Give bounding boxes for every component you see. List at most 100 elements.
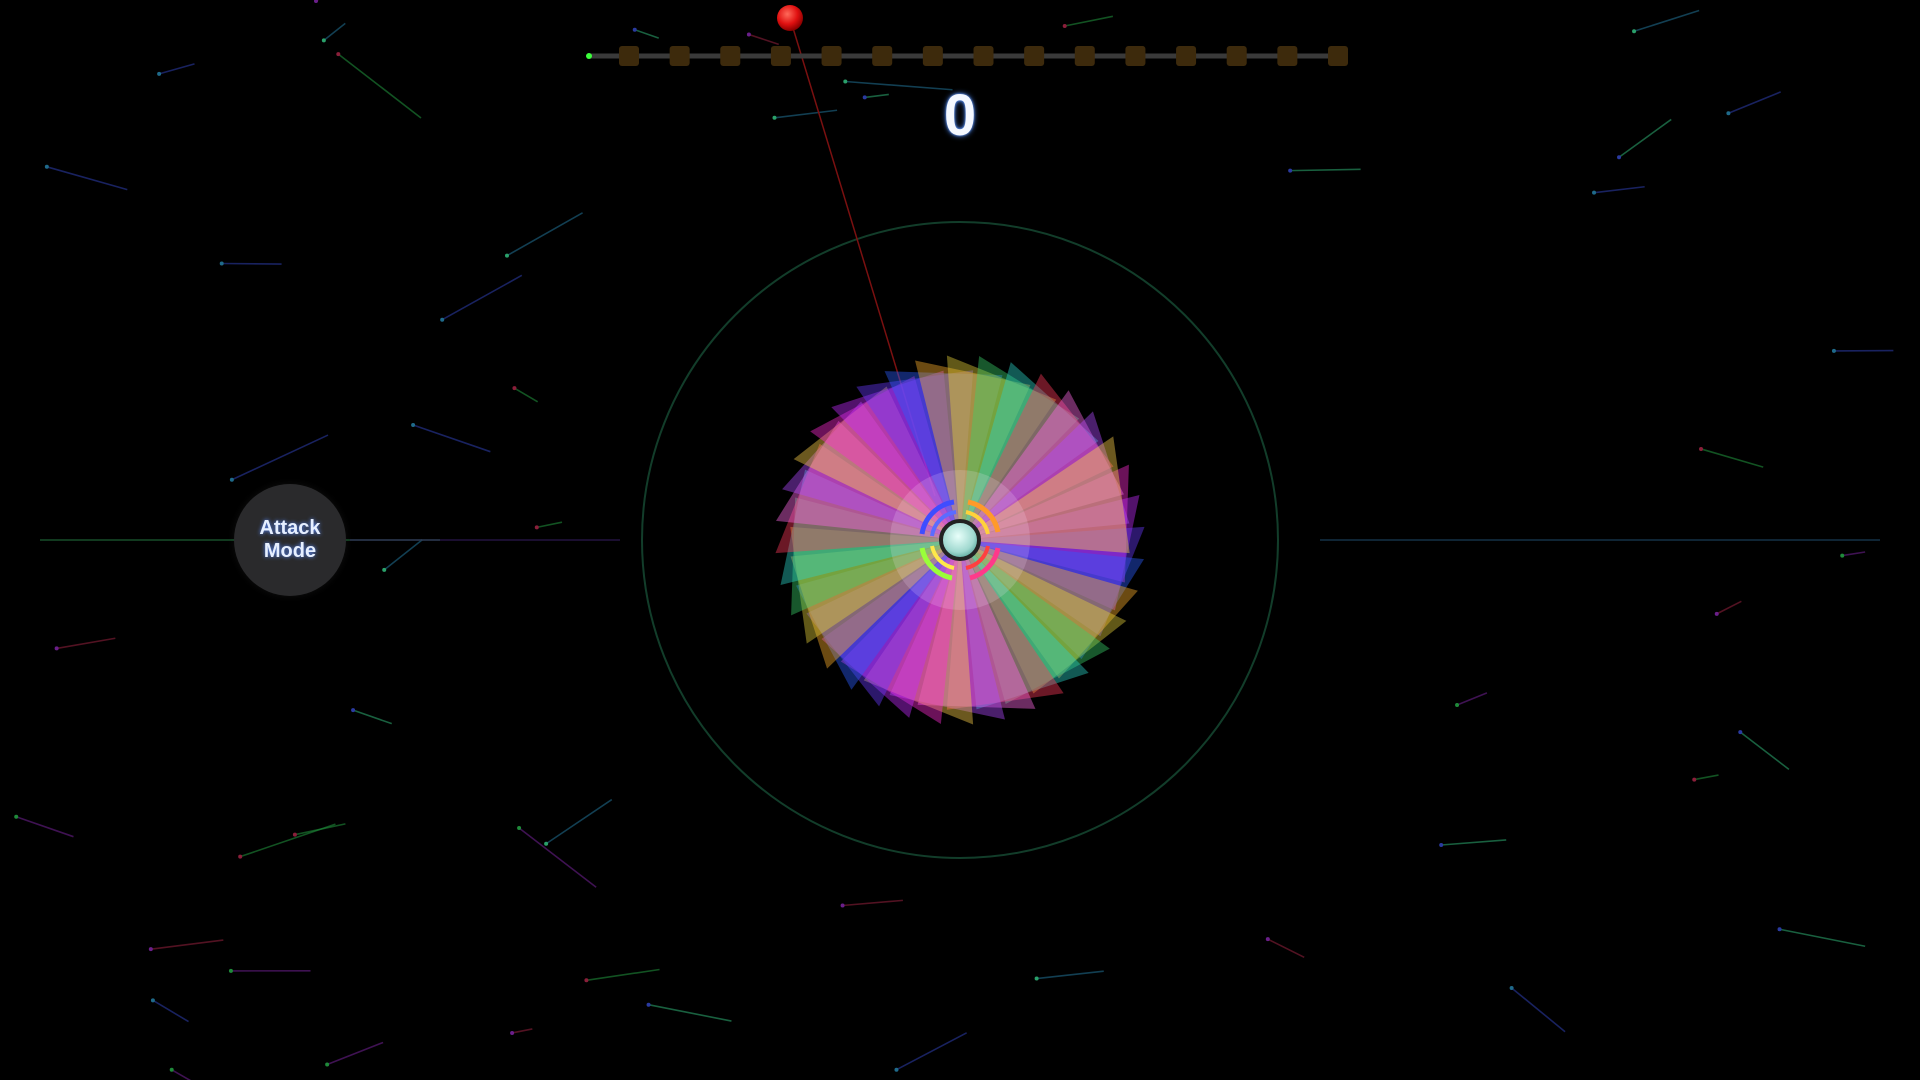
star-streak (586, 968, 660, 982)
star-streak (441, 274, 523, 321)
star-dot (157, 71, 162, 76)
star-dot (772, 115, 777, 120)
progress-track (586, 46, 1348, 66)
star-dot (1265, 937, 1270, 942)
progress-node (770, 46, 791, 66)
enemy-orb-icon[interactable] (777, 5, 803, 31)
star-streak (1842, 551, 1866, 557)
star-streak (842, 899, 903, 907)
star-streak (1511, 987, 1566, 1033)
star-streak (150, 939, 224, 950)
star-dot (584, 978, 589, 983)
star-streak (323, 22, 346, 42)
star-dot (1840, 553, 1845, 558)
star-dot (1034, 976, 1039, 981)
star-dot (1509, 985, 1514, 990)
progress-node (1176, 46, 1197, 66)
star-streak (1716, 600, 1742, 615)
star-dot (1455, 703, 1460, 708)
progress-node (1277, 46, 1298, 66)
star-streak (1700, 448, 1764, 468)
star-streak (748, 33, 779, 46)
star-streak (15, 816, 74, 838)
star-streak (231, 434, 329, 481)
star-streak (315, 0, 319, 2)
progress-start-marker (586, 53, 592, 59)
star-streak (634, 28, 660, 39)
star-dot (544, 841, 549, 846)
star-dot (351, 708, 356, 713)
progress-node (1074, 46, 1095, 66)
attack-mode-label: Attack Mode (259, 517, 321, 562)
star-streak (46, 166, 128, 191)
star-streak (1064, 15, 1114, 27)
star-dot (292, 832, 297, 837)
progress-node (1024, 46, 1045, 66)
progress-node (1125, 46, 1146, 66)
star-dot (840, 903, 845, 908)
star-dot (440, 317, 445, 322)
star-dot (148, 947, 153, 952)
star-streak (506, 212, 583, 257)
star-dot (646, 1002, 651, 1007)
star-streak (1593, 185, 1645, 194)
star-dot (1288, 168, 1293, 173)
star-dot (325, 1062, 330, 1067)
star-dot (314, 0, 318, 3)
progress-node (619, 46, 639, 66)
star-streak (1267, 938, 1305, 959)
star-dot (1592, 190, 1597, 195)
star-streak (1779, 928, 1866, 948)
star-dot (632, 27, 637, 32)
star-streak (239, 823, 336, 858)
star-dot (1617, 155, 1622, 160)
star-streak (1290, 168, 1361, 172)
star-dot (746, 32, 751, 37)
progress-node (720, 46, 741, 66)
progress-node (821, 46, 842, 66)
star-dot (534, 525, 539, 530)
star-streak (383, 539, 423, 571)
star-streak (896, 1032, 968, 1071)
attack-mode-button[interactable]: Attack Mode (234, 484, 346, 596)
star-dot (219, 261, 224, 266)
star-dot (510, 1030, 515, 1035)
star-streak (1739, 731, 1790, 771)
star-dot (1831, 348, 1836, 353)
star-streak (412, 424, 491, 453)
star-dot (229, 477, 234, 482)
star-dot (1632, 29, 1637, 34)
star-dot (1777, 927, 1782, 932)
star-streak (158, 63, 195, 75)
star-streak (326, 1041, 384, 1066)
star-streak (774, 109, 838, 119)
star-dot (843, 79, 848, 84)
progress-node (922, 46, 943, 66)
star-streak (56, 637, 116, 650)
progress-node (1226, 46, 1247, 66)
star-streak (1618, 118, 1672, 158)
star-streak (221, 262, 282, 265)
star-dot (512, 386, 517, 391)
star-dot (1062, 24, 1067, 29)
star-dot (238, 854, 243, 859)
star-dot (14, 814, 19, 819)
star-streak (1441, 839, 1507, 846)
score-counter: 0 (943, 83, 977, 148)
progress-node (1328, 46, 1348, 66)
star-dot (1699, 446, 1704, 451)
star-streak (171, 1069, 192, 1080)
star-dot (504, 253, 509, 258)
progress-node (973, 46, 994, 66)
star-streak (511, 1028, 533, 1034)
player-core-icon (939, 519, 981, 561)
star-streak (1694, 774, 1719, 781)
star-dot (382, 567, 387, 572)
star-streak (536, 521, 563, 529)
star-dot (321, 38, 326, 43)
star-streak (1728, 91, 1781, 114)
star-streak (1456, 692, 1488, 706)
star-dot (517, 825, 522, 830)
star-streak (648, 1003, 732, 1022)
star-dot (1726, 111, 1731, 116)
